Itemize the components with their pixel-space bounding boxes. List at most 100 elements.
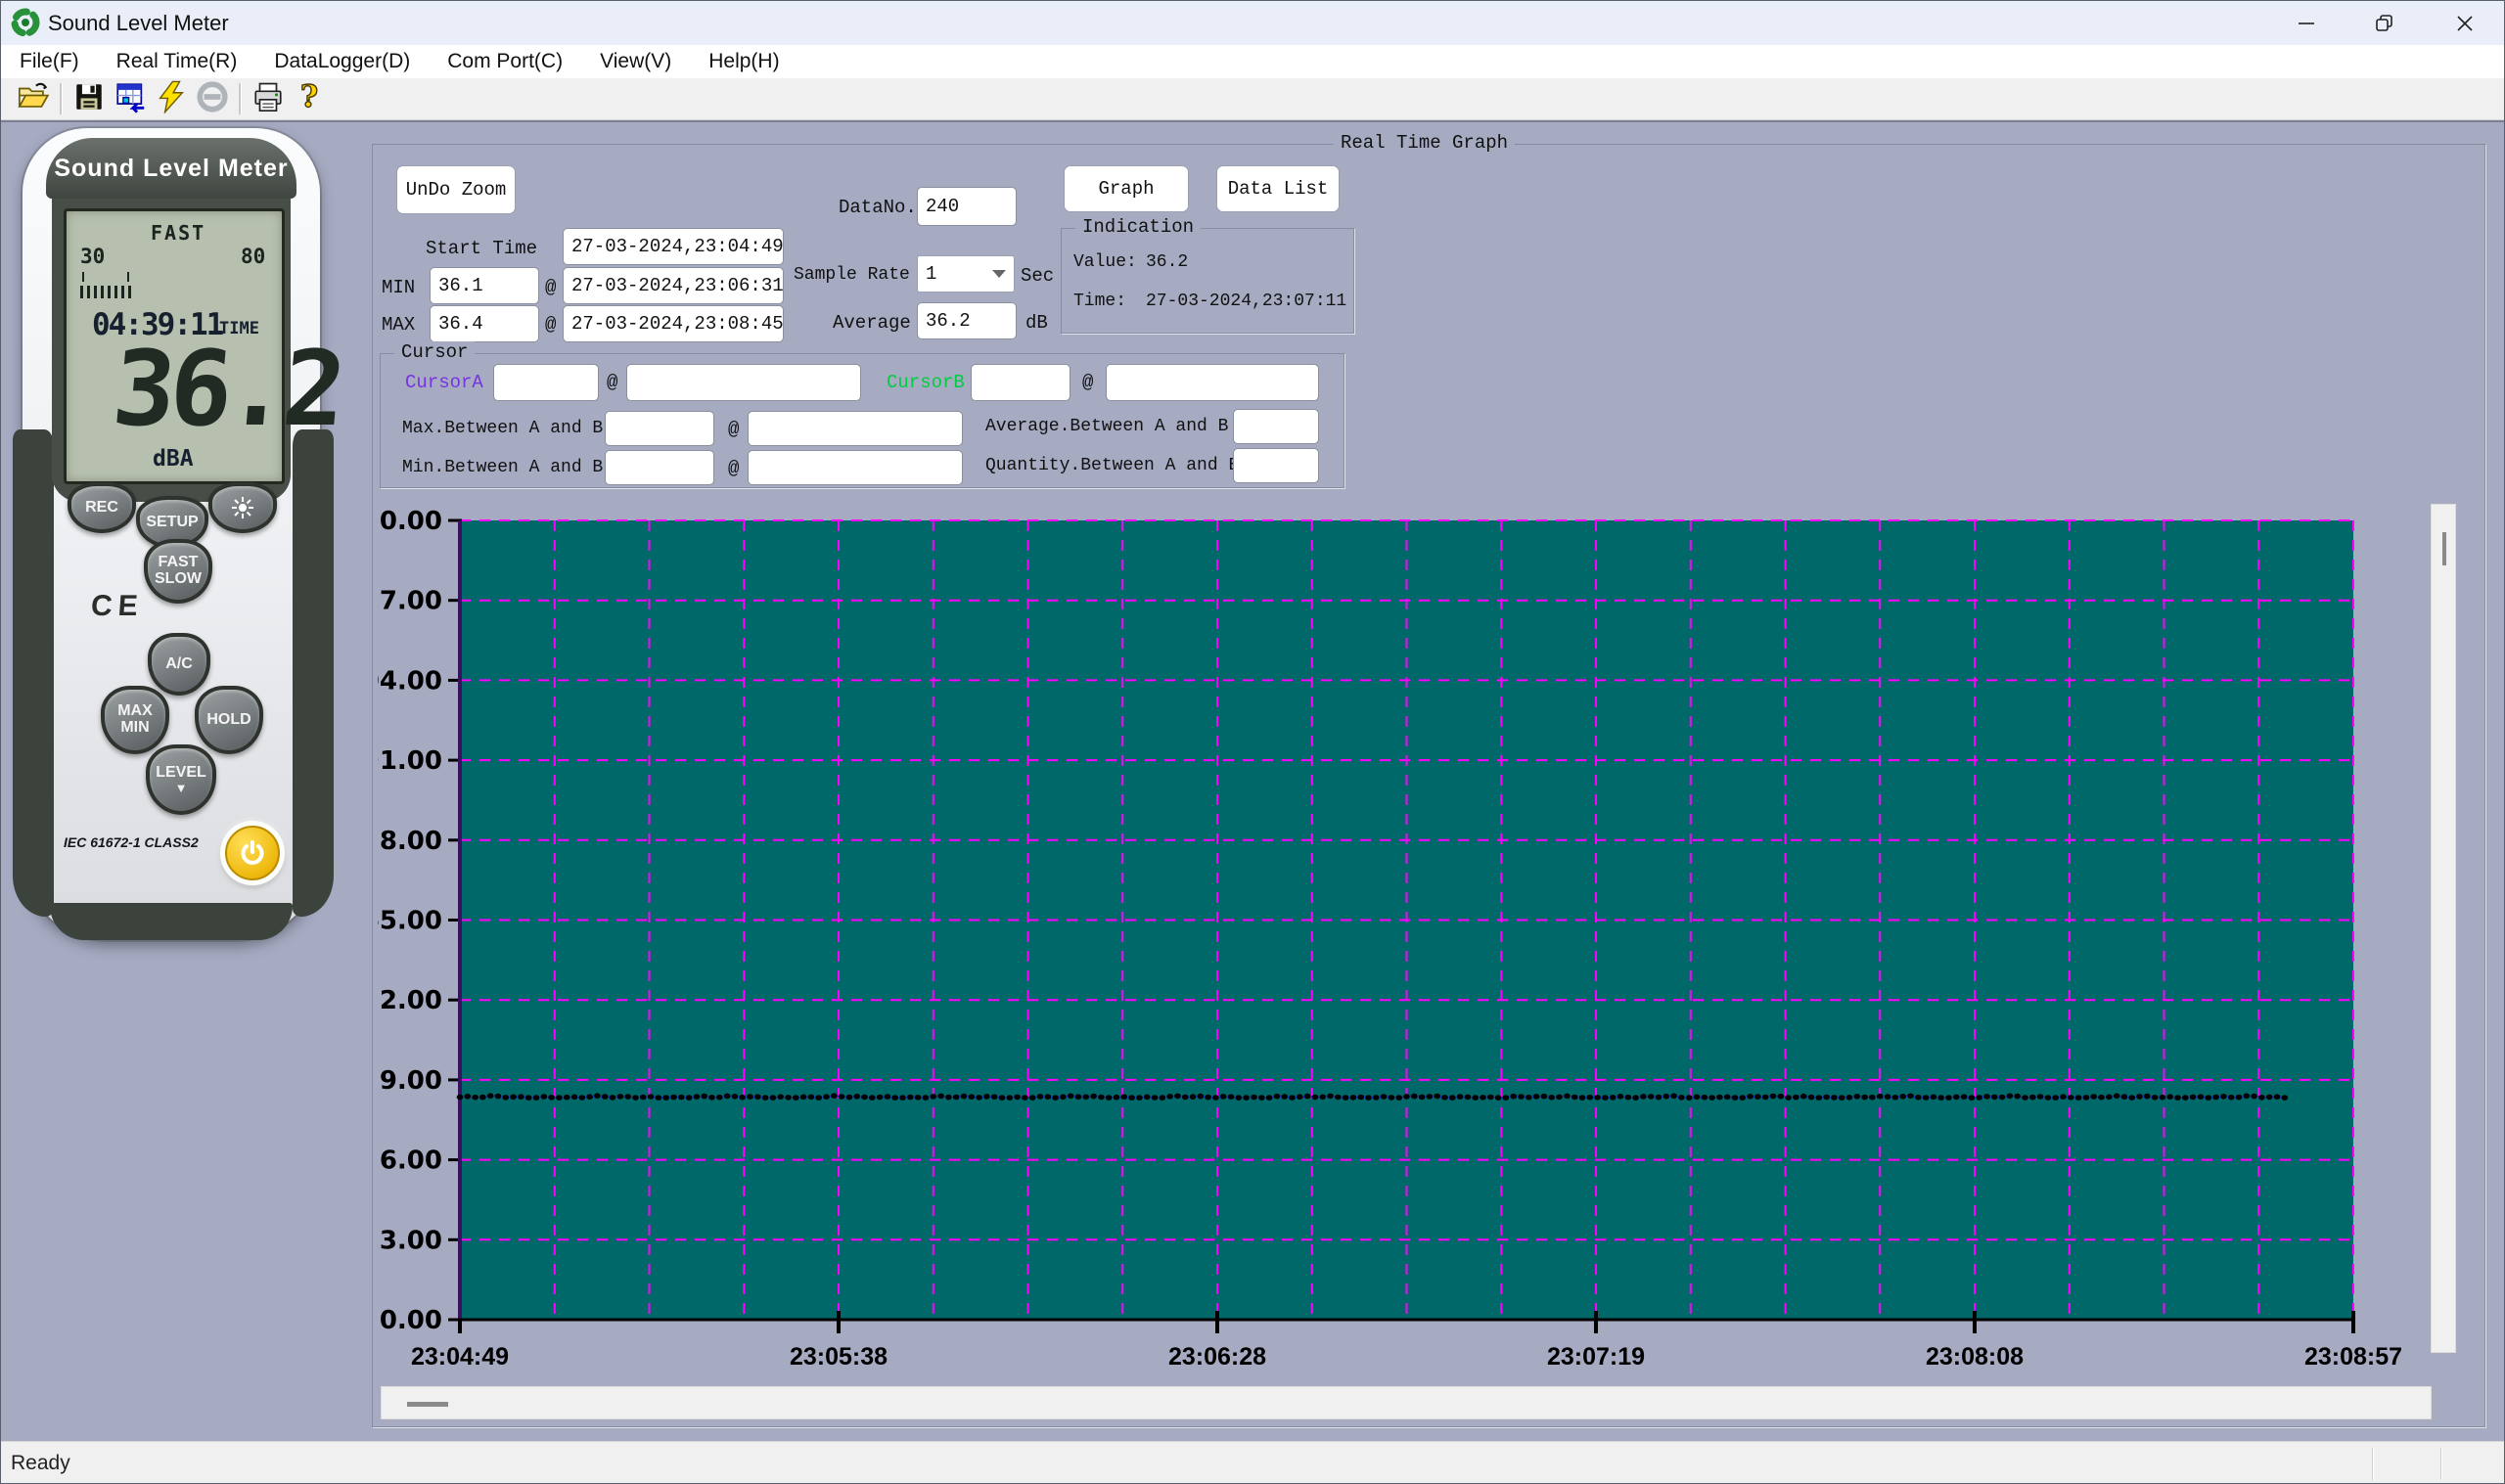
undo-zoom-button[interactable]: UnDo Zoom	[396, 165, 516, 214]
lcd-range-high: 80	[241, 245, 265, 268]
menu-item-datalogger-d[interactable]: DataLogger(D)	[255, 45, 429, 78]
cursor-a-label: CursorA	[405, 372, 483, 393]
average-label: Average	[833, 312, 911, 334]
sample-rate-select[interactable]: 1	[917, 255, 1015, 292]
y-axis-tick-label: 91.00	[378, 746, 442, 776]
min-time-field[interactable]: 27-03-2024,23:06:31	[563, 267, 784, 304]
min-at-label: @	[545, 277, 556, 298]
toolbar: ?	[1, 78, 2505, 120]
graph-button[interactable]: Graph	[1064, 165, 1189, 212]
lcd-scale-ticks	[82, 272, 129, 282]
cursor-a-time-field[interactable]	[626, 364, 861, 401]
sample-rate-unit-label: Sec	[1021, 265, 1054, 287]
min-between-value-field[interactable]	[605, 450, 714, 485]
stop-icon	[196, 80, 229, 118]
max-at-label: @	[545, 314, 556, 336]
y-axis-tick-label: 78.00	[378, 827, 442, 856]
max-time-field[interactable]: 27-03-2024,23:08:45	[563, 305, 784, 342]
y-axis-tick-label: 52.00	[378, 986, 442, 1015]
power-icon	[238, 838, 267, 868]
min-value-field[interactable]: 36.1	[430, 267, 539, 304]
cursor-title: Cursor	[394, 341, 475, 363]
max-between-time-field[interactable]	[748, 411, 963, 446]
status-separator	[2372, 1448, 2374, 1480]
x-axis-tick-label: 23:05:38	[790, 1343, 888, 1371]
backlight-icon	[230, 495, 255, 520]
start-time-field[interactable]: 27-03-2024,23:04:49	[563, 228, 784, 265]
device-header: Sound Level Meter	[46, 138, 296, 199]
svg-text:?: ?	[300, 80, 318, 113]
menubar: File(F)Real Time(R)DataLogger(D)Com Port…	[1, 45, 2505, 78]
print-toolbar-button[interactable]	[248, 80, 289, 117]
device-lcd: FAST 30 80 04:39:11 TIME 36.2 dBA	[64, 208, 285, 484]
status-separator	[2440, 1448, 2442, 1480]
min-between-at-label: @	[728, 458, 739, 479]
max-label: MAX	[382, 314, 415, 336]
restore-button[interactable]	[2349, 1, 2420, 45]
y-axis-tick-label: 0.00	[380, 1306, 442, 1335]
horizontal-scroll-thumb[interactable]	[407, 1402, 448, 1407]
max-value-field[interactable]: 36.4	[430, 305, 539, 342]
cursor-b-label: CursorB	[887, 372, 965, 393]
indication-time-label: Time:	[1073, 292, 1126, 311]
save-toolbar-button[interactable]	[68, 80, 110, 117]
stop-toolbar-button[interactable]	[192, 80, 233, 117]
device-bottom	[50, 903, 293, 940]
average-field[interactable]: 36.2	[917, 302, 1017, 339]
y-axis-tick-label: 13.00	[378, 1226, 442, 1255]
vertical-scroll-thumb[interactable]	[2442, 532, 2446, 565]
save-icon	[72, 80, 106, 118]
min-between-time-field[interactable]	[748, 450, 963, 485]
datalogger-toolbar-button[interactable]	[110, 80, 151, 117]
device-certification-label: IEC 61672-1 CLASS2	[64, 834, 240, 850]
lcd-bargraph	[80, 286, 135, 298]
cursor-b-time-field[interactable]	[1106, 364, 1319, 401]
chart-vertical-scrollbar[interactable]	[2431, 504, 2456, 1353]
minimize-button[interactable]	[2271, 1, 2342, 45]
chart-horizontal-scrollbar[interactable]	[381, 1386, 2432, 1419]
datalogger-icon	[114, 80, 147, 118]
menu-item-com-port-c[interactable]: Com Port(C)	[429, 45, 581, 78]
cursor-b-value-field[interactable]	[971, 364, 1070, 401]
y-axis-tick-label: 104.00	[378, 666, 442, 696]
cursor-a-value-field[interactable]	[493, 364, 599, 401]
indication-title: Indication	[1075, 216, 1201, 238]
lcd-unit: dBA	[153, 446, 194, 472]
realtime-chart[interactable]: 130.00117.00104.0091.0078.0065.0052.0039…	[378, 498, 2462, 1380]
x-axis-tick-label: 23:08:08	[1926, 1343, 2024, 1371]
realtime-toolbar-button[interactable]	[151, 80, 192, 117]
menu-item-help-h[interactable]: Help(H)	[690, 45, 797, 78]
max-between-label: Max.Between A and B	[402, 419, 603, 438]
average-between-value-field[interactable]	[1233, 409, 1319, 444]
toolbar-separator	[60, 83, 63, 114]
close-button[interactable]	[2430, 1, 2500, 45]
indication-group: Indication Value: 36.2 Time: 27-03-2024,…	[1061, 228, 1354, 334]
minimize-icon	[2295, 12, 2318, 35]
status-message: Ready	[11, 1452, 70, 1475]
help-toolbar-button[interactable]: ?	[289, 80, 330, 117]
open-file-icon	[17, 80, 50, 118]
data-no-label: DataNo.	[839, 197, 917, 218]
ce-mark: CE	[90, 590, 145, 623]
cursor-a-at-label: @	[607, 372, 617, 393]
y-axis-tick-label: 130.00	[378, 507, 442, 536]
data-no-field[interactable]: 240	[917, 187, 1017, 226]
indication-value-label: Value:	[1073, 252, 1137, 272]
device-power-button	[220, 821, 285, 885]
client-top-edge	[1, 120, 2505, 122]
average-unit-label: dB	[1025, 312, 1048, 334]
quantity-between-value-field[interactable]	[1233, 448, 1319, 483]
max-between-value-field[interactable]	[605, 411, 714, 446]
menu-item-view-v[interactable]: View(V)	[581, 45, 690, 78]
cursor-b-at-label: @	[1082, 372, 1093, 393]
titlebar: Sound Level Meter	[1, 1, 2505, 45]
menu-item-real-time-r[interactable]: Real Time(R)	[98, 45, 256, 78]
close-icon	[2453, 12, 2477, 35]
realtime-icon	[155, 80, 188, 118]
panel-title: Real Time Graph	[1334, 132, 1515, 154]
open-file-toolbar-button[interactable]	[13, 80, 54, 117]
cursor-group: Cursor CursorA @ CursorB @ Max.Between A…	[380, 353, 1344, 488]
menu-item-file-f[interactable]: File(F)	[1, 45, 98, 78]
data-list-button[interactable]: Data List	[1216, 165, 1340, 212]
x-axis-tick-label: 23:07:19	[1547, 1343, 1645, 1371]
